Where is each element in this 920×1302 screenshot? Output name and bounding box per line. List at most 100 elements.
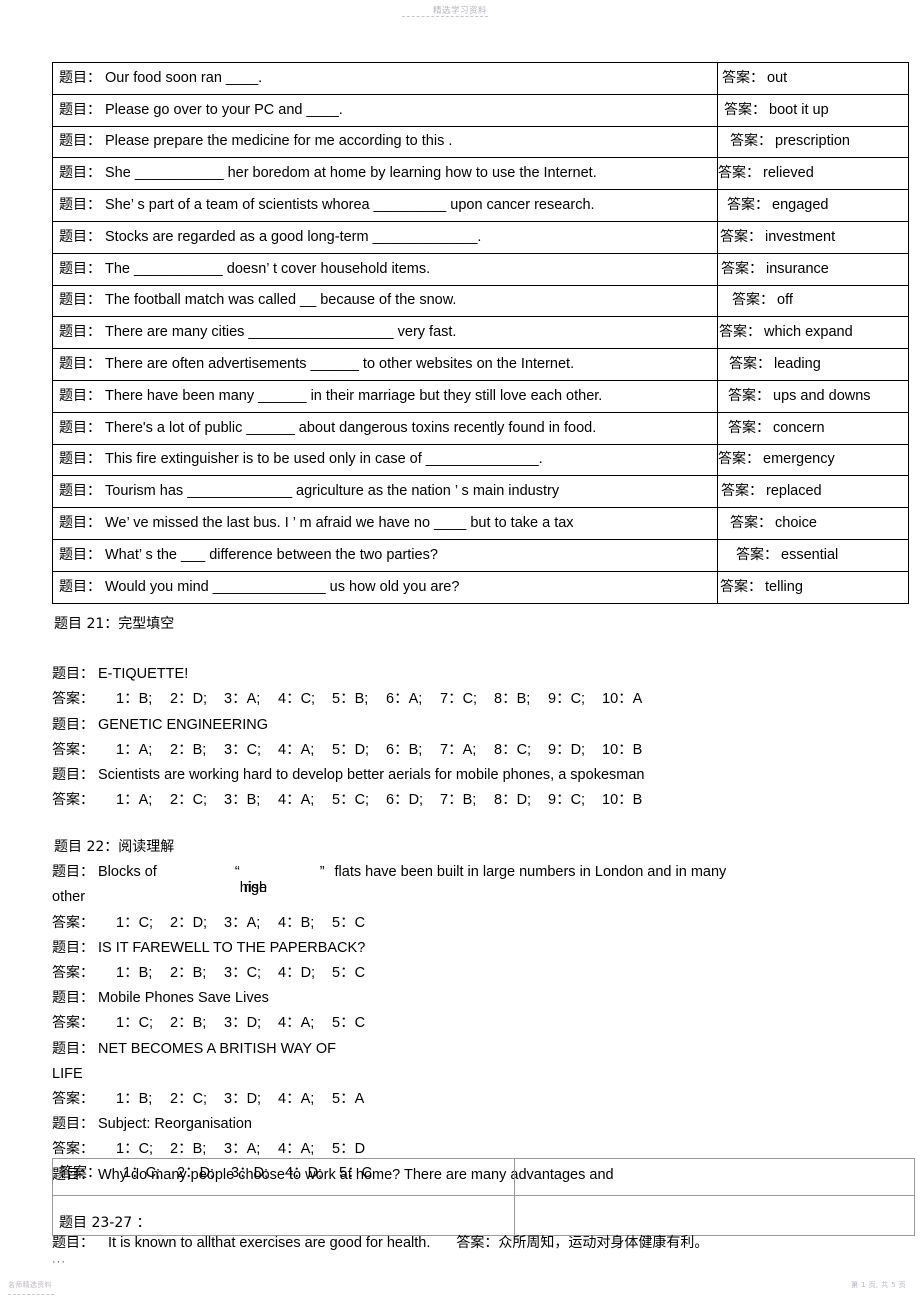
- table-row: 题目： There have been many ______ in their …: [52, 379, 909, 413]
- answer-text: prescription: [775, 133, 850, 150]
- section-22-entry-title-wrap-row: LIFE: [52, 1065, 83, 1082]
- answer-text: ups and downs: [773, 387, 871, 404]
- entry-title: GENETIC ENGINEERING: [98, 716, 268, 733]
- answer-cell: 答案： emergency: [717, 443, 909, 477]
- question-text: There's a lot of public ______ about dan…: [105, 419, 597, 436]
- question-label: 题目：: [59, 483, 101, 500]
- question-label: 题目：: [59, 515, 101, 532]
- question-range-label: 题目 23-27 ：: [59, 1215, 151, 1231]
- question-text: Tourism has _____________ agriculture as…: [105, 483, 560, 500]
- answer-item: 4：A;: [278, 1015, 315, 1032]
- answer-label: 答案：: [722, 69, 764, 86]
- table-row: 题目 23-27 ：: [52, 1195, 915, 1236]
- answer-cell: 答案： engaged: [717, 189, 909, 222]
- question-text: There have been many ______ in their mar…: [105, 387, 603, 404]
- question-cell: 题目： Would you mind ______________ us how …: [52, 570, 718, 604]
- question-text: We’ ve missed the last bus. I ’ m afraid…: [105, 515, 574, 532]
- answer-text: essential: [781, 546, 839, 563]
- table-row: 题目： We’ ve missed the last bus. I ’ m afr…: [52, 507, 909, 540]
- answer-cell: 答案： leading: [717, 348, 909, 381]
- answer-cell: 答案： telling: [717, 570, 909, 604]
- entry-title: E-TIQUETTE!: [98, 666, 189, 683]
- answer-item: 4：D;: [285, 1165, 323, 1181]
- header-divider: [402, 16, 488, 17]
- answer-item: 5：C: [339, 1165, 373, 1181]
- question-text: Would you mind ______________ us how old…: [105, 578, 460, 595]
- answer-item: 3：D;: [231, 1165, 269, 1181]
- bottom-empty-cell: [514, 1195, 915, 1236]
- answer-label: 答案：: [724, 101, 766, 118]
- table-row: 题目： The ___________ doesn’ t cover househ…: [52, 252, 909, 286]
- question-text: She’ s part of a team of scientists whor…: [105, 197, 595, 214]
- bottom-answers-cell: 答案： 1：C; 2：D; 3：D; 4：D; 5：C: [52, 1158, 515, 1196]
- answer-label: 答案：: [52, 965, 94, 982]
- bottom-empty-cell: [514, 1158, 915, 1196]
- table-row: 题目： What’ s the ___ difference between th…: [52, 538, 909, 572]
- section-21-entry-title-row: 题目： E-TIQUETTE!: [52, 662, 902, 687]
- overlap-word-rise: rise: [243, 880, 268, 897]
- entry-title: NET BECOMES A BRITISH WAY OF: [98, 1040, 336, 1057]
- answer-item: 10：B: [602, 741, 643, 758]
- section-21-entry-answers-row: 答案： 1：A; 2：B; 3：C; 4：A; 5：D; 6：B; 7：A; 8：C; 9：D; 1…: [52, 738, 902, 763]
- answer-cell: 答案： relieved: [717, 157, 909, 191]
- tail-question-answer-line: 题目： It is known to allthat exercises are …: [52, 1232, 708, 1252]
- answer-text: out: [767, 69, 788, 86]
- answer-text: insurance: [766, 260, 829, 277]
- answer-cell: 答案： concern: [717, 411, 909, 445]
- question-label: 题目：: [52, 1235, 94, 1251]
- answer-item: 3：C;: [224, 965, 262, 982]
- answer-item: 1：A;: [116, 792, 153, 809]
- answer-label: 答案：: [52, 792, 94, 809]
- question-label: 题目：: [52, 1116, 94, 1133]
- question-label: 题目：: [59, 197, 101, 214]
- answer-text: which expand: [764, 324, 853, 341]
- answer-item: 7：B;: [440, 792, 477, 809]
- question-cell: 题目： There have been many ______ in their …: [52, 379, 718, 413]
- question-text: Please go over to your PC and ____.: [105, 101, 343, 118]
- section-21-entry-answers-row: 答案： 1：A; 2：C; 3：B; 4：A; 5：C; 6：D; 7：B; 8：D; 9：C; 1…: [52, 788, 902, 813]
- answer-item: 6：D;: [386, 792, 424, 809]
- question-label: 题目：: [52, 939, 94, 956]
- section-22-entry-answers-row: 答案： 1：C; 2：B; 3：D; 4：A; 5：C: [52, 1011, 902, 1036]
- answer-item: 9：D;: [548, 741, 586, 758]
- quote-close: ”: [319, 864, 325, 881]
- question-cell: 题目： The football match was called __ beca…: [52, 284, 718, 318]
- answer-label: 答案：: [52, 741, 94, 758]
- section-22-entry-title-row: 题目： IS IT FAREWELL TO THE PAPERBACK?: [52, 936, 902, 961]
- answer-item: 1：C;: [123, 1165, 161, 1181]
- answer-item: 3：D;: [224, 1015, 262, 1032]
- answer-label: 答案：: [721, 483, 763, 500]
- question-cell: 题目： There's a lot of public ______ about …: [52, 411, 718, 445]
- answer-item: 2：C;: [170, 1091, 208, 1108]
- answer-item: 5：A: [332, 1091, 365, 1108]
- question-label: 题目：: [59, 451, 101, 468]
- section-22-entry-answers-row: 答案： 1：B; 2：C; 3：D; 4：A; 5：A: [52, 1087, 902, 1112]
- answer-label: 答案：: [728, 419, 770, 436]
- answer-cell: 答案： ups and downs: [717, 379, 909, 413]
- table-row: 题目： Please prepare the medicine for me ac…: [52, 125, 909, 159]
- answer-text: emergency: [763, 451, 835, 468]
- section-21-entry-answers-row: 答案： 1：B; 2：D; 3：A; 4：C; 5：B; 6：A; 7：C; 8：B; 9：C; 1…: [52, 687, 902, 712]
- question-cell: 题目： She’ s part of a team of scientists w…: [52, 189, 718, 222]
- answer-text: leading: [774, 356, 821, 373]
- question-text: There are often advertisements ______ to…: [105, 356, 575, 373]
- answer-item: 8：D;: [494, 792, 532, 809]
- question-text: Please prepare the medicine for me accor…: [105, 133, 453, 150]
- question-label: 题目：: [59, 578, 101, 595]
- question-label: 题目：: [59, 292, 101, 309]
- question-text: There are many cities __________________…: [105, 324, 457, 341]
- table-row: 题目： Please go over to your PC and ____. 答…: [52, 93, 909, 127]
- question-cell: 题目： She ___________ her boredom at home b…: [52, 157, 718, 191]
- table-row: 题目： Tourism has _____________ agriculture…: [52, 475, 909, 509]
- question-text: What’ s the ___ difference between the t…: [105, 546, 438, 563]
- answer-label: 答案：: [729, 356, 771, 373]
- answer-item: 1：B;: [116, 1091, 153, 1108]
- section-22-entry-title-row: 题目： Mobile Phones Save Lives: [52, 986, 902, 1011]
- answer-item: 2：D;: [170, 691, 208, 708]
- answer-text: replaced: [766, 483, 822, 500]
- answer-label: 答案：: [730, 515, 772, 532]
- answer-label: 答案：: [736, 546, 778, 563]
- footer-page-number: 第 1 页, 共 5 页: [850, 1281, 906, 1289]
- answer-label: 答案：: [718, 451, 761, 468]
- table-row: 题目： There are often advertisements ______…: [52, 348, 909, 381]
